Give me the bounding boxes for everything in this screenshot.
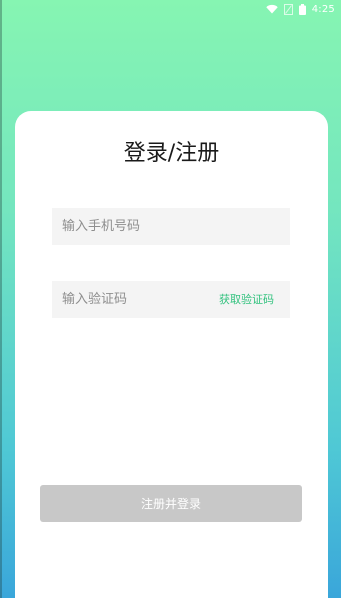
battery-icon	[298, 3, 306, 15]
status-bar: 4:25	[0, 0, 341, 18]
page-title: 登录/注册	[123, 141, 220, 166]
login-screen: 4:25 登录/注册 获取验证码 注册并登录	[0, 0, 341, 598]
phone-input[interactable]	[52, 208, 290, 245]
login-card: 登录/注册 获取验证码 注册并登录	[15, 111, 328, 598]
get-code-button[interactable]: 获取验证码	[219, 281, 274, 318]
screen-edge	[0, 0, 2, 598]
phone-field	[52, 208, 290, 245]
code-field: 获取验证码	[52, 281, 290, 318]
status-time: 4:25	[311, 3, 335, 15]
signal-off-icon	[283, 3, 293, 15]
wifi-icon	[266, 4, 278, 14]
register-login-button[interactable]: 注册并登录	[40, 485, 302, 522]
verification-code-input[interactable]	[52, 281, 212, 318]
